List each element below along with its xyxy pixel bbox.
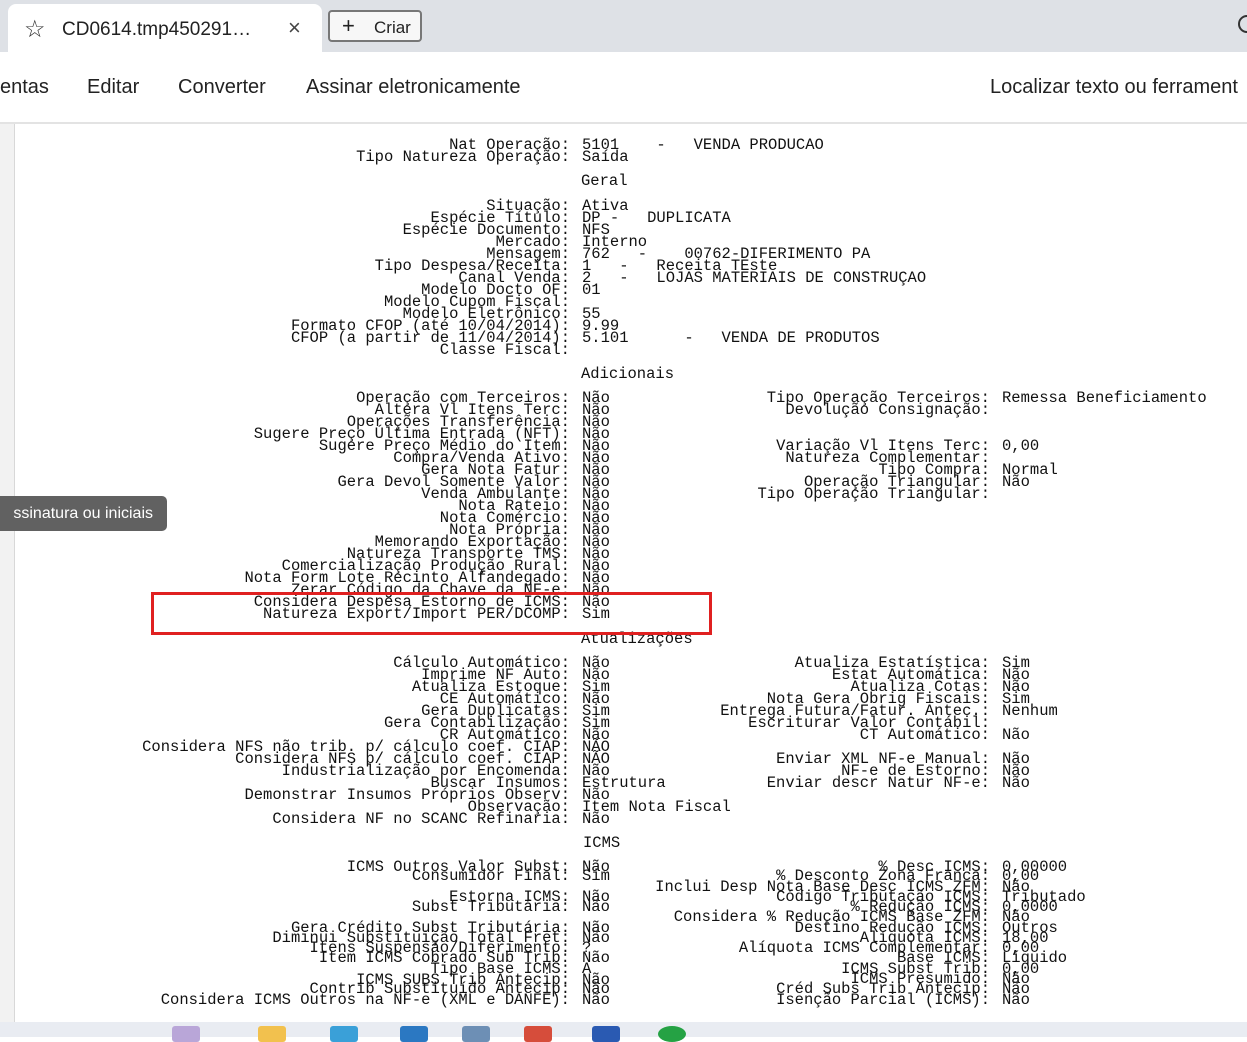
top-field-value: Saída bbox=[582, 148, 629, 166]
adicionais-right-field-value: Remessa Beneficiamento bbox=[1002, 389, 1207, 407]
geral-field-label: Classe Fiscal: bbox=[439, 341, 570, 359]
office-icon[interactable] bbox=[524, 1026, 552, 1042]
atualizacoes-field-value: Não bbox=[582, 810, 610, 828]
plus-icon: + bbox=[342, 13, 355, 38]
signature-tooltip: ssinatura ou iniciais bbox=[0, 496, 167, 531]
atualizacoes-field-label: Considera NF no SCANC Refinaria: bbox=[272, 810, 570, 828]
menu-bar: entas Editar Converter Assinar eletronic… bbox=[0, 52, 1247, 124]
icms-right-field-label: Isenção Parcial (ICMS): bbox=[776, 991, 990, 1009]
account-icon[interactable] bbox=[1238, 15, 1247, 33]
vscode-icon[interactable] bbox=[400, 1026, 428, 1042]
find-text-or-tools[interactable]: Localizar texto ou ferrament bbox=[990, 76, 1238, 99]
icms-field-value: Não bbox=[582, 991, 610, 1009]
top-field-label: Tipo Natureza Operação: bbox=[356, 148, 570, 166]
atualizacoes-right-field-value: Nenhum bbox=[1002, 702, 1058, 720]
create-button-label: Criar bbox=[374, 18, 411, 37]
icms-field-label: Consumidor Final: bbox=[411, 867, 570, 885]
icms-field-label: Subst Tributária: bbox=[411, 898, 570, 916]
tooltip-text: ssinatura ou iniciais bbox=[13, 505, 153, 522]
atualizacoes-right-field-label: Enviar descr Natur NF-e: bbox=[766, 774, 990, 792]
menu-item-convert[interactable]: Converter bbox=[178, 76, 266, 99]
section-geral: Geral bbox=[581, 172, 628, 190]
app-icon[interactable] bbox=[172, 1026, 200, 1042]
icms-field-value: Sim bbox=[582, 867, 610, 885]
tab-title: CD0614.tmp450291… bbox=[62, 19, 252, 40]
adicionais-right-field-label: Devolução Consignação: bbox=[785, 401, 990, 419]
atualizacoes-right-field-value: Não bbox=[1002, 774, 1030, 792]
adicionais-right-field-value: Não bbox=[1002, 473, 1030, 491]
menu-item-e-sign[interactable]: Assinar eletronicamente bbox=[306, 76, 521, 99]
icms-right-field-value: Não bbox=[1002, 991, 1030, 1009]
adicionais-right-field-value: 0,00 bbox=[1002, 437, 1040, 455]
taskbar bbox=[0, 1022, 1247, 1042]
star-icon[interactable]: ☆ bbox=[24, 18, 46, 42]
browser-tab-bar: ☆ CD0614.tmp450291… × + Criar bbox=[0, 0, 1247, 52]
pdf-document: Nat Operação: 5101 - VENDA PRODUCAO Tipo N… bbox=[0, 124, 1247, 1024]
geral-field-value: 2 - LOJAS MATERIAIS DE CONSTRUÇAO bbox=[582, 269, 927, 287]
section-icms: ICMS bbox=[583, 834, 621, 852]
geral-field-value: 5.101 - VENDA DE PRODUTOS bbox=[582, 329, 880, 347]
create-button[interactable]: + Criar bbox=[328, 10, 422, 42]
atualizacoes-right-field-label: CT Automático: bbox=[859, 726, 990, 744]
monitor-icon[interactable] bbox=[462, 1026, 490, 1042]
browser-tab[interactable]: ☆ CD0614.tmp450291… × bbox=[8, 4, 322, 52]
highlight-box bbox=[151, 592, 712, 635]
edge-icon[interactable] bbox=[330, 1026, 358, 1042]
network-icon[interactable] bbox=[592, 1026, 620, 1042]
section-adicionais: Adicionais bbox=[581, 365, 675, 383]
folder-icon[interactable] bbox=[258, 1026, 286, 1042]
whatsapp-icon[interactable] bbox=[658, 1026, 686, 1042]
close-icon[interactable]: × bbox=[288, 17, 301, 39]
menu-item-tools[interactable]: entas bbox=[0, 76, 49, 99]
menu-item-edit[interactable]: Editar bbox=[87, 76, 139, 99]
adicionais-right-field-label: Tipo Operação Triangular: bbox=[757, 485, 990, 503]
icms-field-value: Não bbox=[582, 898, 610, 916]
atualizacoes-right-field-value: Não bbox=[1002, 726, 1030, 744]
geral-field-value: 01 bbox=[582, 281, 601, 299]
icms-field-label: Considera ICMS Outros na NF-e (XML e DAN… bbox=[160, 991, 570, 1009]
